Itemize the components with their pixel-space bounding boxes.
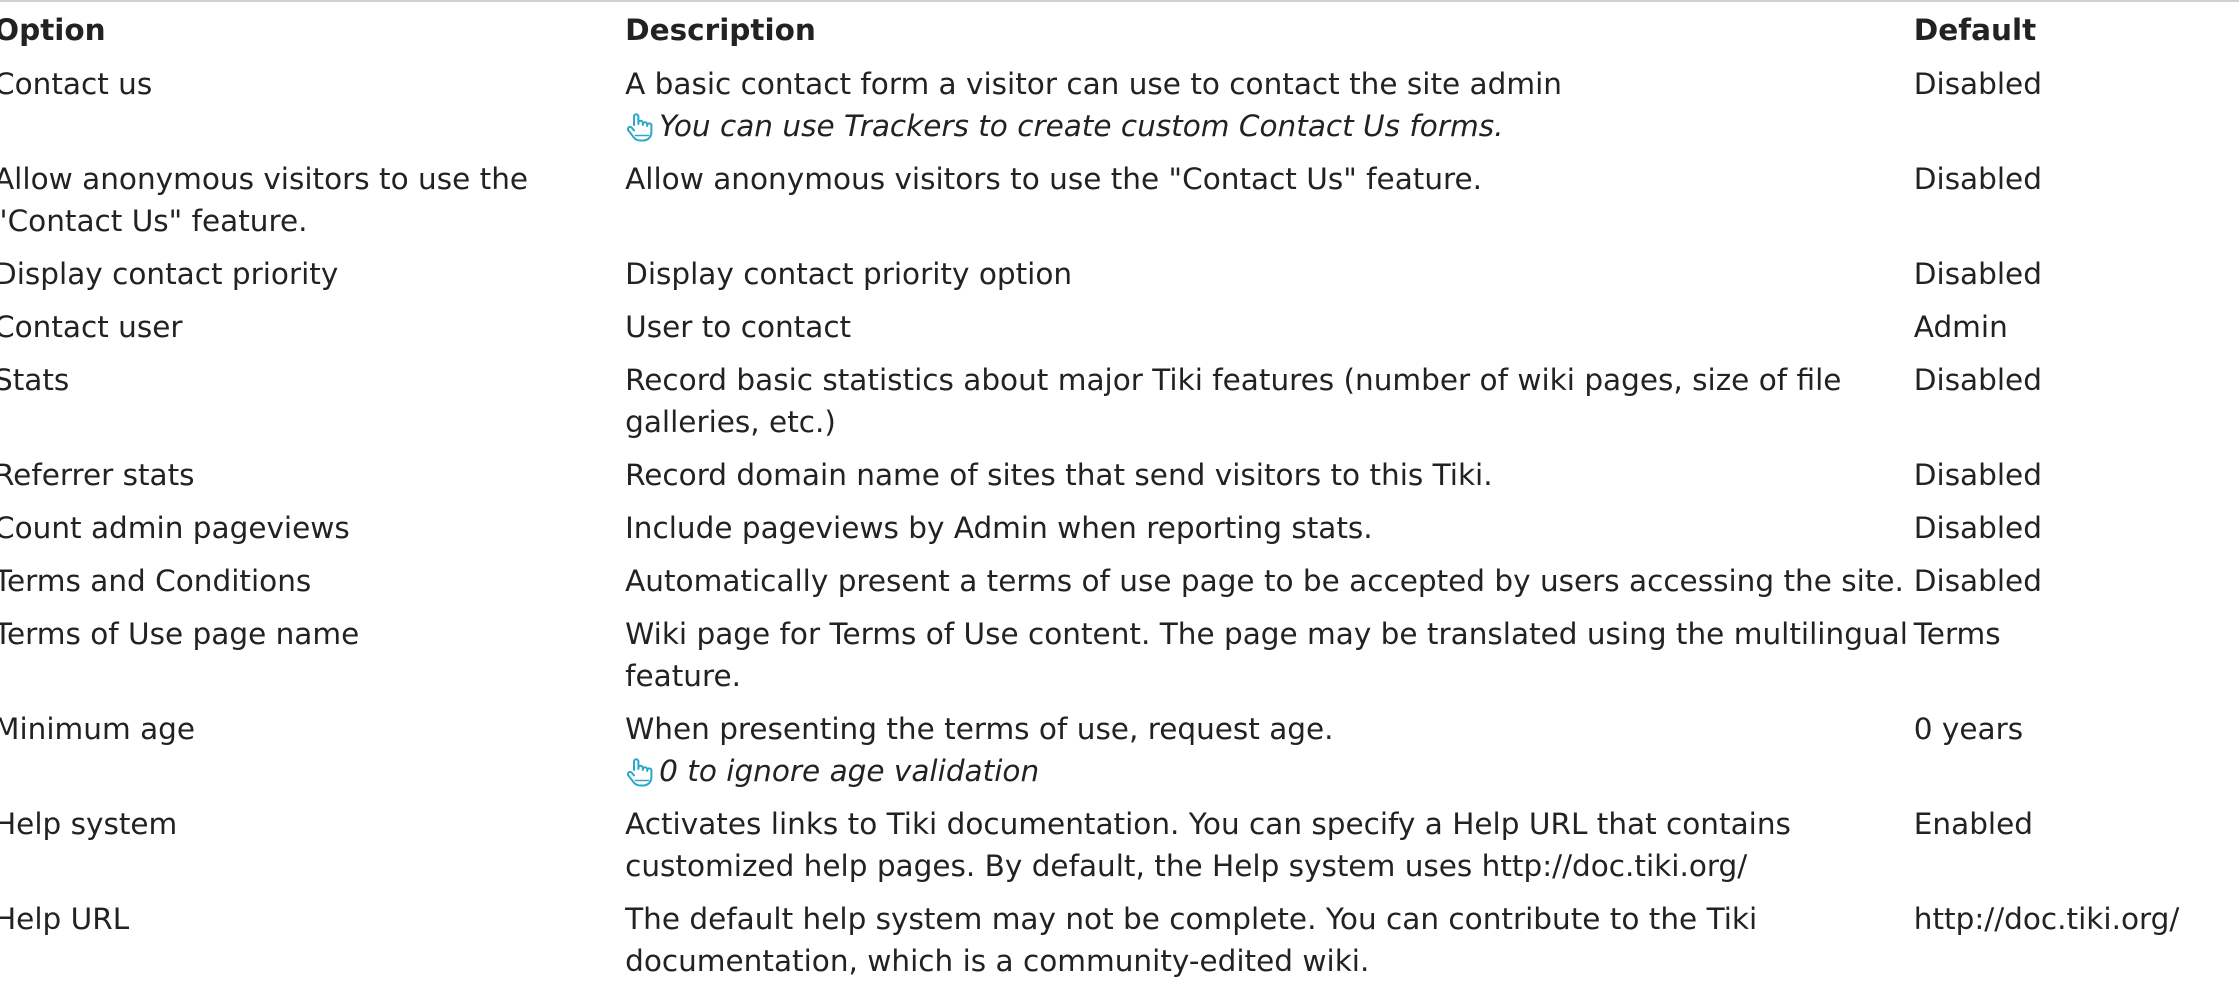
option-default-value: http://doc.tiki.org/ — [1913, 902, 2180, 936]
table-row: Help URL The default help system may not … — [0, 898, 2233, 993]
option-description-cell: Display contact priority option — [625, 253, 1914, 306]
option-hint-text: 0 to ignore age validation — [659, 754, 1040, 788]
option-name: Display contact priority — [0, 257, 339, 291]
preferences-table: Option Description Default Contact us A b… — [0, 9, 2233, 993]
table-header-row: Option Description Default — [0, 9, 2233, 63]
option-description-cell: Wiki page for Terms of Use content. The … — [625, 613, 1914, 708]
option-name: Minimum age — [0, 712, 196, 746]
option-name: Terms of Use page name — [0, 617, 360, 651]
table-row: Stats Record basic statistics about major… — [0, 359, 2233, 454]
option-default-value: Disabled — [1913, 458, 2042, 492]
option-description: A basic contact form a visitor can use t… — [625, 67, 1562, 101]
table-body: Contact us A basic contact form a visitor… — [0, 63, 2233, 993]
option-default-value: Disabled — [1913, 67, 2042, 101]
option-default-value: Disabled — [1913, 564, 2042, 598]
option-description: Wiki page for Terms of Use content. The … — [625, 617, 1908, 693]
option-description-cell: A basic contact form a visitor can use t… — [625, 63, 1914, 158]
description-column-header: Description — [625, 13, 816, 47]
table-row: Terms and Conditions Automatically presen… — [0, 560, 2233, 613]
option-description-cell: When presenting the terms of use, reques… — [625, 708, 1914, 803]
option-description: User to contact — [625, 310, 852, 344]
table-row: Contact us A basic contact form a visitor… — [0, 63, 2233, 158]
table-row: Count admin pageviews Include pageviews b… — [0, 507, 2233, 560]
option-name: Contact us — [0, 67, 153, 101]
option-description-cell: Record domain name of sites that send vi… — [625, 454, 1914, 507]
table-row: Help system Activates links to Tiki docum… — [0, 803, 2233, 898]
option-name: Stats — [0, 363, 70, 397]
top-divider — [0, 0, 2239, 2]
option-description: Allow anonymous visitors to use the "Con… — [625, 162, 1483, 196]
option-hint: 0 to ignore age validation — [625, 750, 1914, 792]
table-row: Referrer stats Record domain name of site… — [0, 454, 2233, 507]
pointing-hand-icon — [625, 111, 653, 142]
option-column-header: Option — [0, 13, 106, 47]
option-description: Record domain name of sites that send vi… — [625, 458, 1493, 492]
option-name: Help system — [0, 807, 178, 841]
table-row: Display contact priority Display contact … — [0, 253, 2233, 306]
option-description: Display contact priority option — [625, 257, 1073, 291]
option-default-value: Disabled — [1913, 162, 2042, 196]
option-description: Record basic statistics about major Tiki… — [625, 363, 1842, 439]
option-default-value: Admin — [1913, 310, 2008, 344]
option-default-value: Disabled — [1913, 363, 2042, 397]
option-description: Automatically present a terms of use pag… — [625, 564, 1904, 598]
pointing-hand-icon — [625, 756, 653, 787]
table-row: Minimum age When presenting the terms of … — [0, 708, 2233, 803]
option-default-value: Enabled — [1913, 807, 2033, 841]
option-description-cell: Activates links to Tiki documentation. Y… — [625, 803, 1914, 898]
option-description: Include pageviews by Admin when reportin… — [625, 511, 1373, 545]
option-default-value: Disabled — [1913, 257, 2042, 291]
option-description: The default help system may not be compl… — [625, 902, 1758, 978]
option-description-cell: Automatically present a terms of use pag… — [625, 560, 1914, 613]
option-name: Help URL — [0, 902, 130, 936]
table-row: Allow anonymous visitors to use the "Con… — [0, 158, 2233, 253]
option-name: Terms and Conditions — [0, 564, 312, 598]
option-description-cell: The default help system may not be compl… — [625, 898, 1914, 993]
option-default-value: Disabled — [1913, 511, 2042, 545]
option-description-cell: Include pageviews by Admin when reportin… — [625, 507, 1914, 560]
table-row: Terms of Use page name Wiki page for Term… — [0, 613, 2233, 708]
option-name: Referrer stats — [0, 458, 195, 492]
option-hint-text: You can use Trackers to create custom Co… — [659, 109, 1504, 143]
option-description: When presenting the terms of use, reques… — [625, 712, 1334, 746]
option-hint: You can use Trackers to create custom Co… — [625, 105, 1914, 147]
option-description: Activates links to Tiki documentation. Y… — [625, 807, 1791, 883]
option-default-value: 0 years — [1913, 712, 2024, 746]
option-name: Contact user — [0, 310, 183, 344]
option-name: Allow anonymous visitors to use the "Con… — [0, 162, 529, 238]
option-default-value: Terms — [1913, 617, 2001, 651]
table-row: Contact user User to contact Admin — [0, 306, 2233, 359]
option-name: Count admin pageviews — [0, 511, 350, 545]
option-description-cell: Record basic statistics about major Tiki… — [625, 359, 1914, 454]
option-description-cell: Allow anonymous visitors to use the "Con… — [625, 158, 1914, 253]
option-description-cell: User to contact — [625, 306, 1914, 359]
default-column-header: Default — [1913, 13, 2037, 47]
